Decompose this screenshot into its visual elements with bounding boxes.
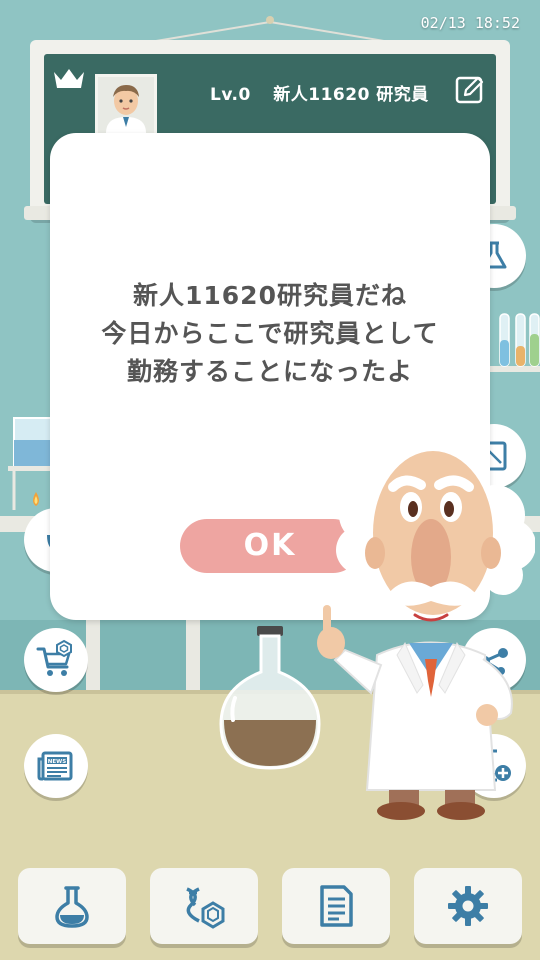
player-level: Lv.0 xyxy=(210,85,251,105)
shop-button[interactable] xyxy=(24,628,88,692)
crown-icon[interactable] xyxy=(52,66,86,92)
professor-character xyxy=(317,451,535,820)
news-badge-text: NEWS xyxy=(48,759,66,765)
avatar[interactable] xyxy=(95,74,157,136)
dialog-line-3: 勤務することになったよ xyxy=(126,357,413,386)
player-name: 新人11620 研究員 xyxy=(273,85,429,105)
researcher-avatar-icon xyxy=(98,77,154,133)
news-icon: NEWS xyxy=(37,751,73,781)
dialog-line-2: 今日からここで研究員として xyxy=(101,319,439,348)
status-datetime: 02/13 18:52 xyxy=(420,14,520,32)
flask-icon xyxy=(55,886,89,928)
nav-flask-button[interactable] xyxy=(18,868,126,944)
gear-icon xyxy=(448,886,488,926)
dialog-message: 新人11620研究員だね 今日からここで研究員として 勤務することになったよ xyxy=(50,277,490,391)
dna-molecule-icon xyxy=(186,887,225,929)
test-tube-shelf xyxy=(490,313,540,372)
pencil-edit-icon[interactable] xyxy=(454,73,486,105)
cart-icon xyxy=(36,639,72,676)
nav-research-button[interactable] xyxy=(150,868,258,944)
document-icon xyxy=(320,885,353,927)
nav-notes-button[interactable] xyxy=(282,868,390,944)
nav-settings-button[interactable] xyxy=(414,868,522,944)
dialog-line-1: 新人11620研究員だね xyxy=(133,281,407,310)
profile-info: Lv.0 新人11620 研究員 xyxy=(210,80,429,105)
news-button[interactable]: NEWS xyxy=(24,734,88,798)
